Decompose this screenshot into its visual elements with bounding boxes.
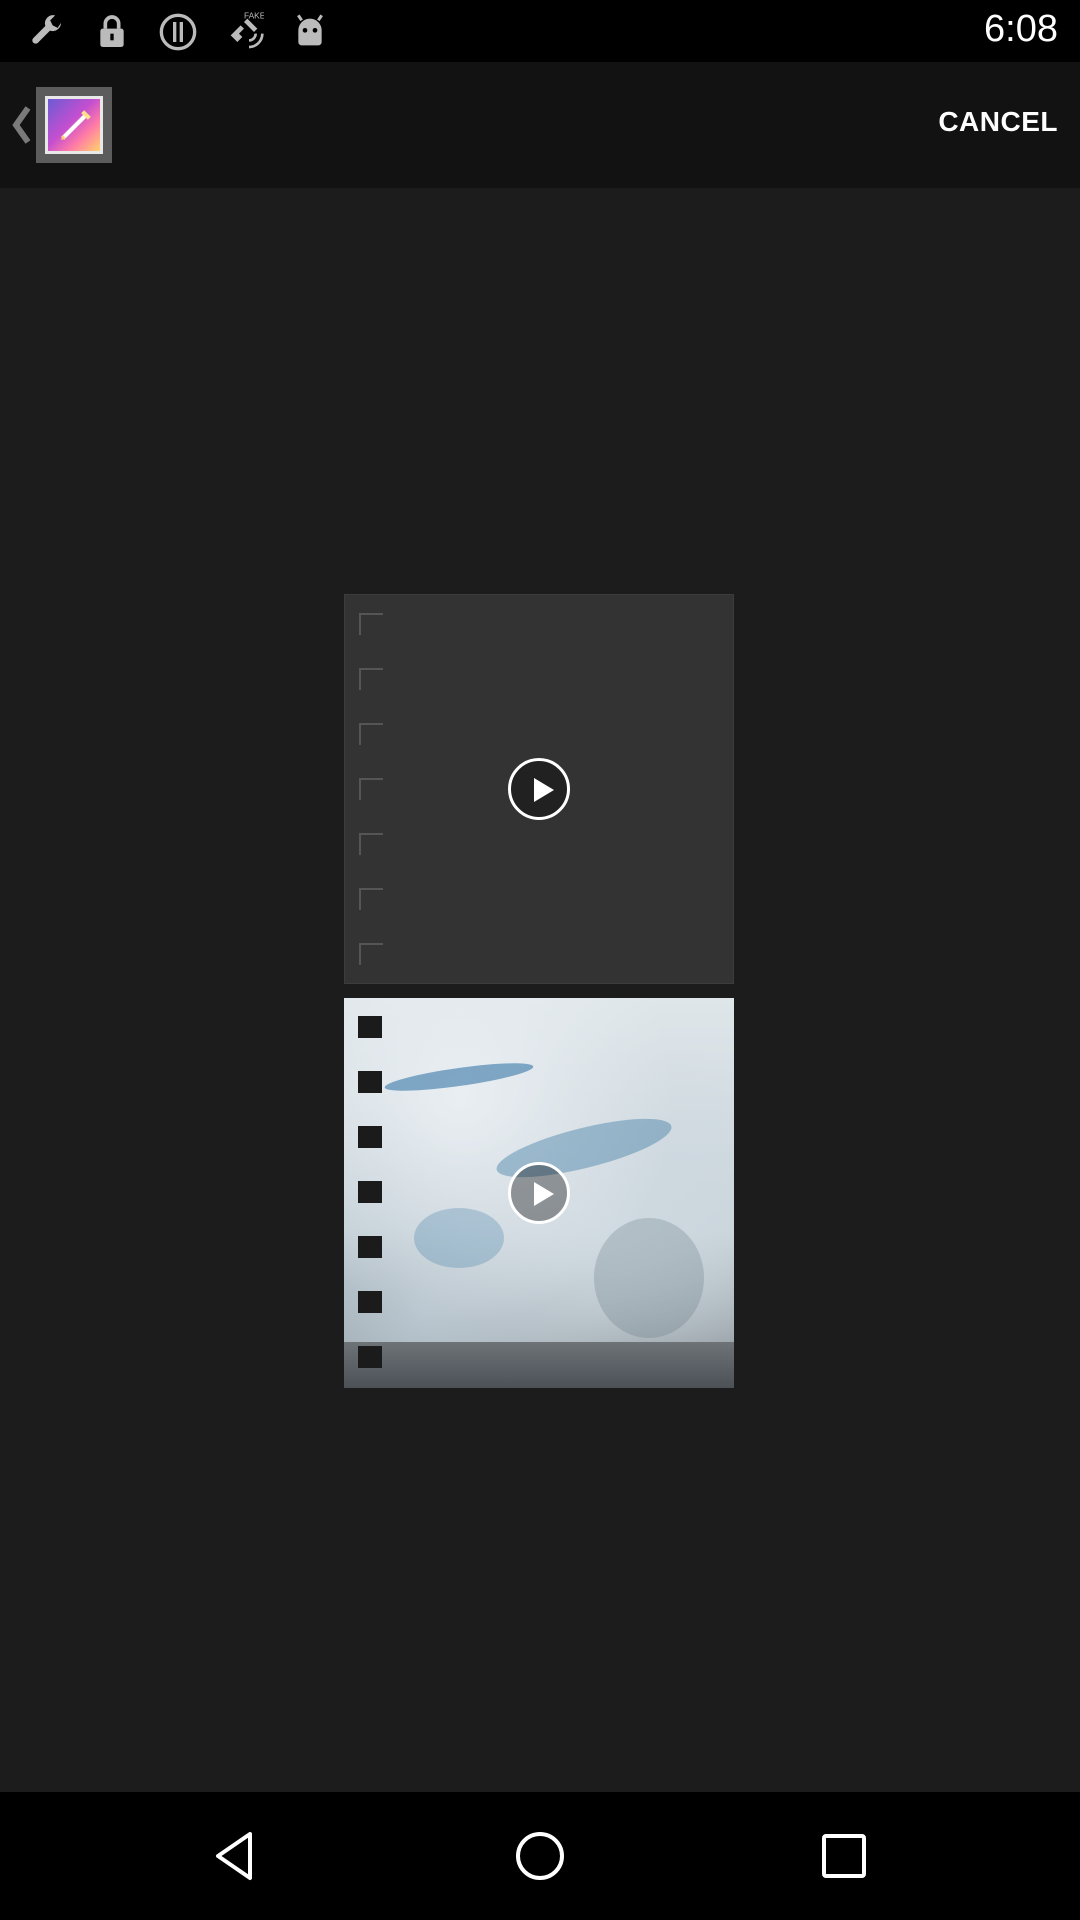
film-sprocket (359, 723, 383, 745)
water-area (344, 1342, 734, 1388)
film-sprocket (359, 778, 383, 800)
film-sprocket (359, 668, 383, 690)
film-sprocket (359, 943, 383, 965)
film-sprocket (358, 1071, 382, 1093)
back-chevron-icon[interactable] (8, 102, 34, 148)
svg-text:FAKE: FAKE (244, 12, 264, 21)
cancel-button[interactable]: CANCEL (938, 106, 1058, 138)
film-sprocket (358, 1126, 382, 1148)
home-icon[interactable] (508, 1824, 572, 1888)
recents-icon[interactable] (812, 1824, 876, 1888)
android-icon (288, 10, 332, 54)
film-sprocket (358, 1346, 382, 1368)
film-sprocket (358, 1181, 382, 1203)
action-bar: CANCEL (0, 62, 1080, 188)
film-sprocket (358, 1016, 382, 1038)
film-sprocket (359, 833, 383, 855)
video-thumbnail[interactable] (344, 594, 734, 984)
play-icon[interactable] (508, 1162, 570, 1224)
film-sprocket (359, 888, 383, 910)
back-icon[interactable] (204, 1824, 268, 1888)
film-sprocket (358, 1236, 382, 1258)
alert-icon (156, 10, 200, 54)
video-thumbnail[interactable] (344, 998, 734, 1388)
film-sprocket (358, 1291, 382, 1313)
clock: 6:08 (984, 8, 1058, 50)
film-sprocket (359, 613, 383, 635)
fake-gps-icon: FAKE (222, 10, 266, 54)
status-bar: FAKE 6:08 (0, 0, 1080, 62)
wrench-icon (24, 10, 68, 54)
play-icon[interactable] (508, 758, 570, 820)
navigation-bar (0, 1792, 1080, 1920)
video-grid (0, 188, 1080, 1792)
gallery-icon[interactable] (36, 87, 112, 163)
lock-icon (90, 10, 134, 54)
